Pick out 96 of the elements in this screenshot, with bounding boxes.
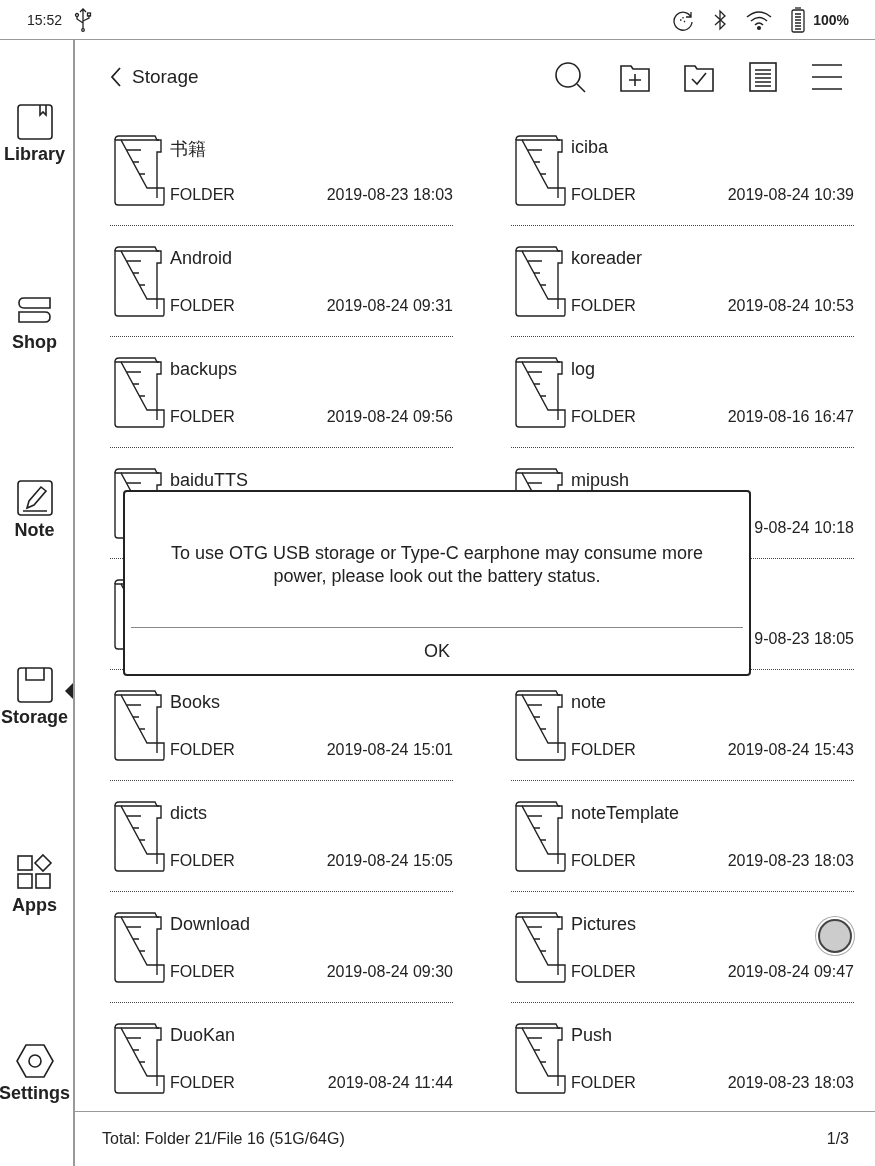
folder-icon xyxy=(512,355,566,428)
dialog-message: To use OTG USB storage or Type-C earphone may consume more power, please look out the battery status. xyxy=(170,542,704,589)
folder-icon xyxy=(512,799,566,872)
folder-icon xyxy=(512,910,566,983)
file-type: FOLDER xyxy=(170,740,236,759)
folder-name: koreader xyxy=(571,247,644,269)
battery-percentage: 100% xyxy=(813,11,849,28)
chevron-left-icon xyxy=(110,66,122,89)
folder-item[interactable]: noteTemplate FOLDER 2019-08-23 18:03 xyxy=(511,798,854,892)
folder-item[interactable]: iciba FOLDER 2019-08-24 10:39 xyxy=(511,132,854,226)
modified-date: 2019-08-23 18:03 xyxy=(326,185,453,204)
modified-date: 2019-08-24 09:56 xyxy=(326,407,453,426)
file-type: FOLDER xyxy=(571,1073,637,1092)
sidebar-item[interactable]: Apps xyxy=(0,852,73,916)
book-icon xyxy=(14,102,55,143)
file-type: FOLDER xyxy=(571,740,637,759)
sidebar-item[interactable]: Settings xyxy=(0,1040,73,1104)
folder-name: Books xyxy=(170,691,222,713)
file-type: FOLDER xyxy=(571,185,637,204)
file-type: FOLDER xyxy=(170,962,236,981)
list-view-icon[interactable] xyxy=(747,61,779,94)
folder-item[interactable]: Books FOLDER 2019-08-24 15:01 xyxy=(110,687,453,781)
folder-name: log xyxy=(571,358,597,380)
modified-date: 2019-08-23 18:03 xyxy=(727,851,854,870)
folder-item[interactable]: note FOLDER 2019-08-24 15:43 xyxy=(511,687,854,781)
folder-name: Android xyxy=(170,247,234,269)
battery-icon xyxy=(791,6,806,33)
folder-icon xyxy=(111,799,165,872)
file-type: FOLDER xyxy=(571,962,637,981)
modified-date: 2019-08-24 11:44 xyxy=(327,1073,453,1092)
sidebar-item[interactable]: Storage xyxy=(0,665,73,729)
folder-name: backups xyxy=(170,358,239,380)
folder-icon xyxy=(111,133,165,206)
folder-icon xyxy=(111,1021,165,1094)
folder-name: noteTemplate xyxy=(571,802,681,824)
folder-item[interactable]: backups FOLDER 2019-08-24 09:56 xyxy=(110,354,453,448)
folder-name: Push xyxy=(571,1024,614,1046)
file-type: FOLDER xyxy=(170,851,236,870)
usb-icon xyxy=(74,7,93,32)
modified-date: 2019-08-24 09:31 xyxy=(326,296,453,315)
status-time: 15:52 xyxy=(27,11,63,28)
page-indicator: 1/3 xyxy=(826,1129,849,1148)
floating-button[interactable] xyxy=(818,919,852,953)
storage-summary: Total: Folder 21/File 16 (51G/64G) xyxy=(102,1129,345,1148)
back-button[interactable]: Storage xyxy=(110,66,199,89)
sidebar-item[interactable]: Library xyxy=(0,102,73,166)
folder-item[interactable]: Push FOLDER 2019-08-23 18:03 xyxy=(511,1020,854,1111)
search-icon[interactable] xyxy=(553,60,587,95)
folder-item[interactable]: DuoKan FOLDER 2019-08-24 11:44 xyxy=(110,1020,453,1111)
pencil-note-icon xyxy=(14,477,55,518)
folder-icon xyxy=(512,244,566,317)
file-type: FOLDER xyxy=(571,296,637,315)
folder-icon xyxy=(512,688,566,761)
folder-item[interactable]: Android FOLDER 2019-08-24 09:31 xyxy=(110,243,453,337)
file-type: FOLDER xyxy=(571,851,637,870)
folder-name: baiduTTS xyxy=(170,469,250,491)
folder-name: note xyxy=(571,691,608,713)
modified-date: 2019-08-16 16:47 xyxy=(727,407,854,426)
folder-icon xyxy=(512,1021,566,1094)
modified-date: 2019-08-24 15:43 xyxy=(727,740,854,759)
folder-name: dicts xyxy=(170,802,208,824)
folder-item[interactable]: Download FOLDER 2019-08-24 09:30 xyxy=(110,909,453,1003)
folder-name: Download xyxy=(170,913,252,935)
modified-date: 9-08-24 10:18 xyxy=(754,518,854,537)
file-type: FOLDER xyxy=(170,407,236,426)
modified-date: 2019-08-24 09:47 xyxy=(727,962,854,981)
folder-item[interactable]: dicts FOLDER 2019-08-24 15:05 xyxy=(110,798,453,892)
modified-date: 2019-08-23 18:03 xyxy=(727,1073,854,1092)
folder-icon xyxy=(111,688,165,761)
folder-icon xyxy=(512,133,566,206)
file-type: FOLDER xyxy=(170,185,236,204)
modified-date: 2019-08-24 10:53 xyxy=(727,296,854,315)
modified-date: 2019-08-24 10:39 xyxy=(727,185,854,204)
folder-icon xyxy=(111,910,165,983)
wifi-icon xyxy=(745,8,774,31)
modified-date: 2019-08-24 15:01 xyxy=(326,740,453,759)
folder-name: 书籍 xyxy=(170,137,207,161)
folder-name: iciba xyxy=(571,136,610,158)
modified-date: 2019-08-24 15:05 xyxy=(326,851,453,870)
folder-name: mipush xyxy=(571,469,631,491)
sidebar-item[interactable]: Shop xyxy=(0,290,73,353)
folder-item[interactable]: 书籍 FOLDER 2019-08-23 18:03 xyxy=(110,132,453,226)
folder-item[interactable]: koreader FOLDER 2019-08-24 10:53 xyxy=(511,243,854,337)
folder-icon xyxy=(111,355,165,428)
file-type: FOLDER xyxy=(170,296,236,315)
folder-name: Pictures xyxy=(571,913,638,935)
folder-item[interactable]: log FOLDER 2019-08-16 16:47 xyxy=(511,354,854,448)
folder-name: DuoKan xyxy=(170,1024,237,1046)
bluetooth-icon xyxy=(713,7,728,32)
sidebar-item[interactable]: Note xyxy=(0,477,73,541)
folder-icon xyxy=(111,244,165,317)
ok-button[interactable]: OK xyxy=(131,628,743,674)
modified-date: 9-08-23 18:05 xyxy=(754,629,854,648)
modified-date: 2019-08-24 09:30 xyxy=(326,962,453,981)
file-type: FOLDER xyxy=(571,407,637,426)
file-type: FOLDER xyxy=(170,1073,236,1092)
